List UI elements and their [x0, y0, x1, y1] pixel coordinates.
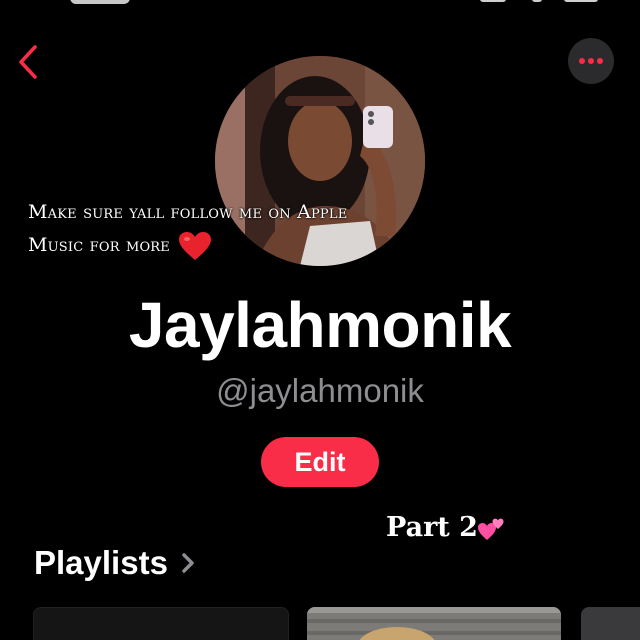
playlist-thumbnail[interactable]: [307, 607, 561, 640]
more-options-button[interactable]: [568, 38, 614, 84]
edit-profile-button[interactable]: Edit: [261, 437, 379, 487]
overlay-line-2-row: Music for more: [28, 229, 347, 262]
playlist-thumbnail[interactable]: [581, 607, 640, 640]
back-button[interactable]: [10, 40, 46, 84]
status-bar-indicators: [480, 0, 600, 4]
profile-display-name: Jaylahmonik: [128, 289, 512, 361]
playlist-artwork: [307, 607, 561, 640]
two-hearts-emoji: [477, 518, 504, 540]
red-heart-emoji: [179, 231, 211, 260]
overlay-line-1: Make sure yall follow me on Apple: [28, 201, 348, 223]
chevron-right-icon: [182, 553, 194, 573]
playlists-section-header[interactable]: Playlists: [34, 544, 200, 582]
status-bar-time: [70, 0, 130, 4]
playlist-thumbnail[interactable]: [33, 607, 289, 640]
part-caption: Part 2: [386, 512, 506, 543]
playlists-heading: Playlists: [34, 544, 168, 581]
chevron-left-icon: [19, 45, 37, 79]
ellipsis-icon: [579, 58, 603, 64]
overlay-caption: Make sure yall follow me on Apple Music …: [28, 196, 347, 262]
overlay-line-2: Music for more: [28, 234, 170, 256]
profile-handle: @jaylahmonik: [216, 372, 424, 409]
part-label: Part 2: [386, 512, 478, 543]
